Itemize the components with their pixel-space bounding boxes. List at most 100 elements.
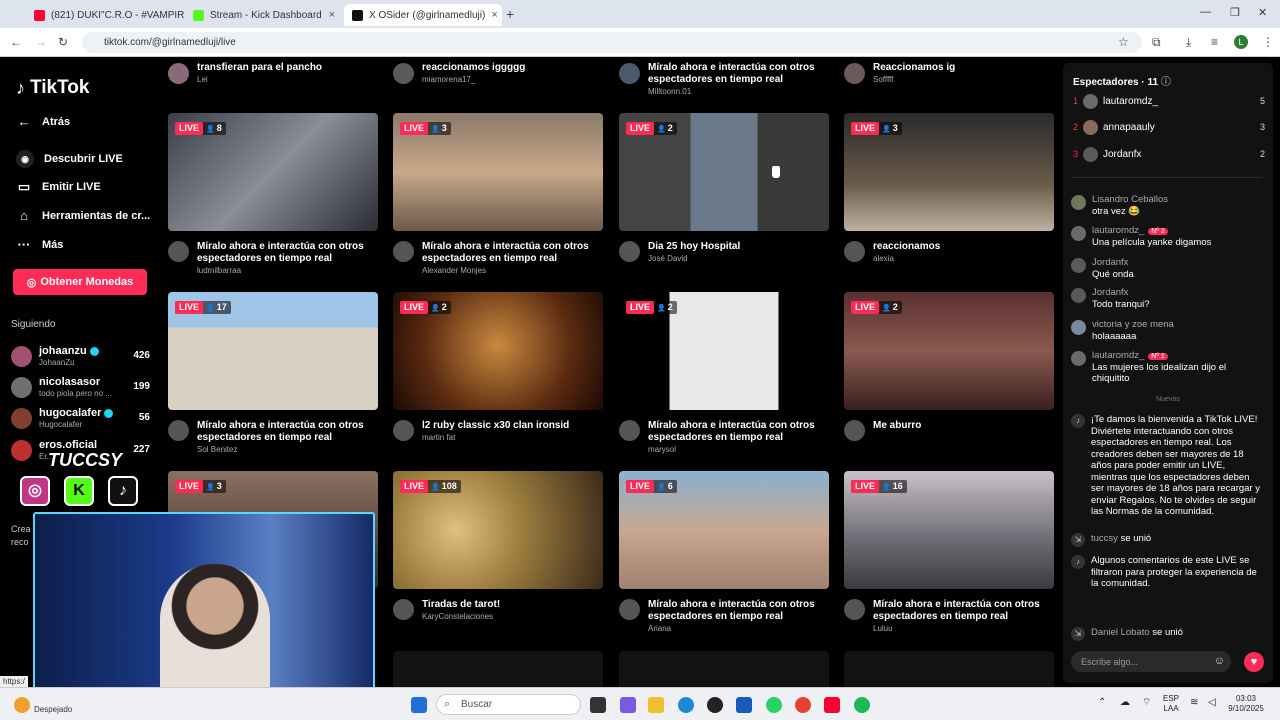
avatar[interactable] [619,599,640,620]
avatar[interactable] [393,420,414,441]
avatar [168,63,189,84]
reload-icon[interactable]: ↻ [58,35,68,49]
following-item[interactable]: nicolasasor todo piola pero no ... 199 [11,374,156,402]
sidebar-item-more[interactable]: ··· Más [16,237,64,252]
live-thumbnail[interactable]: LIVE 👤 3 [844,113,1054,231]
join-user[interactable]: Daniel Lobato [1091,627,1150,638]
chat-user[interactable]: Lisandro Ceballos [1092,194,1168,205]
obs-icon[interactable] [707,697,723,713]
avatar[interactable] [844,599,865,620]
copilot-icon[interactable] [620,697,636,713]
avatar[interactable] [844,420,865,441]
sidebar-item-creator-tools[interactable]: ⌂ Herramientas de cr... [16,208,150,223]
live-card[interactable]: LIVE 👤 3 Míralo ahora e interactúa con otr… [393,113,603,283]
youtube-icon[interactable] [824,697,840,713]
sidebar-item-go-live[interactable]: ▭ Emitir LIVE [16,179,101,195]
edge-icon[interactable] [678,697,694,713]
live-card[interactable]: LIVE 👤 108 Tiradas de tarot! KaryConstelaci… [393,471,603,641]
wifi-icon[interactable]: ≋ [1190,698,1198,708]
new-tab-button[interactable]: + [506,6,514,22]
viewer-row[interactable]: 1 lautaromdz_ 5 [1073,93,1265,111]
windows-start-icon[interactable] [411,697,427,713]
live-card[interactable]: LIVE 👤 2 Míralo ahora e interactúa con otr… [619,292,829,462]
live-thumbnail[interactable]: LIVE 👤 17 [168,292,378,410]
live-card[interactable]: LIVE 👤 17 Míralo ahora e interactúa con ot… [168,292,378,462]
bookmark-star-icon[interactable]: ☆ [1118,35,1129,49]
live-card[interactable]: LIVE 👤 3 reaccionamos alexia [844,113,1054,283]
viewer-row[interactable]: 2 annapaauly 3 [1073,119,1265,137]
weather-icon[interactable] [14,697,30,713]
minimize-icon[interactable]: — [1200,6,1211,18]
browser-tab-tiktok[interactable]: X OSider (@girlnamedluji) × [344,4,502,26]
get-coins-button[interactable]: ◎ Obtener Monedas [13,269,147,295]
partial-text: Crea reco [11,524,31,547]
profile-avatar[interactable]: L [1234,35,1248,49]
live-thumbnail[interactable]: LIVE 👤 2 [619,292,829,410]
live-thumbnail[interactable]: LIVE 👤 8 [168,113,378,231]
back-button[interactable]: ← Atrás [16,114,71,129]
spotify-icon[interactable] [854,697,870,713]
download-icon[interactable]: ⤓ [1186,35,1191,50]
browser-tab-youtube[interactable]: (821) DUKI"C.R.O - #VAMPIRO × [26,4,184,26]
tray-chevron-icon[interactable]: ⌃ [1098,698,1106,708]
restore-icon[interactable]: ❐ [1230,6,1240,19]
file-explorer-icon[interactable] [648,697,664,713]
live-thumbnail[interactable]: LIVE 👤 16 [844,471,1054,589]
browser-menu-icon[interactable]: ⋮ [1262,35,1274,49]
browser-tab-kick[interactable]: Stream - Kick Dashboard × [185,4,343,26]
back-arrow-icon[interactable]: ← [10,35,22,49]
avatar[interactable] [393,241,414,262]
live-thumbnail[interactable]: LIVE 👤 6 [619,471,829,589]
live-card[interactable]: LIVE 👤 16 Míralo ahora e interactúa con ot… [844,471,1054,641]
following-item[interactable]: johaanzu JohaanZu 426 [11,343,156,371]
language-indicator[interactable]: ESP LAA [1163,694,1179,714]
live-thumbnail[interactable]: LIVE 👤 2 [393,292,603,410]
chat-user[interactable]: Jordanfx [1092,257,1128,268]
volume-icon[interactable]: ◁ [1208,698,1216,708]
emoji-icon[interactable]: ☺ [1214,655,1225,667]
close-tab-icon[interactable]: × [491,9,497,21]
chat-user[interactable]: Jordanfx [1092,287,1128,298]
live-card[interactable]: LIVE 👤 8 Míralo ahora e interactúa con otr… [168,113,378,283]
card-title: Míralo ahora e interactúa con otros espe… [422,241,589,264]
avatar[interactable] [844,241,865,262]
tiktok-logo[interactable]: ♪ TikTok [16,77,89,99]
avatar[interactable] [168,241,189,262]
whatsapp-icon[interactable] [766,697,782,713]
chat-user[interactable]: lautaromdz_ Nº 1 [1092,350,1168,361]
avatar[interactable] [168,420,189,441]
url-field[interactable]: tiktok.com/@girlnamedluji/live [82,32,1142,53]
avatar[interactable] [619,241,640,262]
cloud-icon[interactable]: ☁ [1120,698,1130,708]
following-item[interactable]: hugocalafer Hugocalafer 56 [11,405,156,433]
live-card[interactable]: LIVE 👤 2 l2 ruby classic x30 clan ironsid m… [393,292,603,462]
join-user[interactable]: tuccsy [1091,533,1118,544]
chrome-icon[interactable] [795,697,811,713]
store-icon[interactable] [736,697,752,713]
clock[interactable]: 03:03 9/10/2025 [1224,694,1268,714]
forward-arrow-icon[interactable]: → [35,35,47,49]
chat-user[interactable]: lautaromdz_ Nº 2 [1092,225,1168,236]
task-view-icon[interactable] [590,697,606,713]
live-card[interactable]: LIVE 👤 2 Dia 25 hoy Hospital José David [619,113,829,283]
chat-input[interactable]: Escribe algo... ☺ [1071,651,1231,672]
avatar[interactable] [393,599,414,620]
chat-user[interactable]: victoria y zoe mena [1092,319,1174,330]
live-thumbnail[interactable]: LIVE 👤 108 [393,471,603,589]
live-card[interactable]: LIVE 👤 2 Me aburro [844,292,1054,462]
live-thumbnail[interactable]: LIVE 👤 2 [844,292,1054,410]
close-window-icon[interactable]: ✕ [1258,6,1267,19]
close-tab-icon[interactable]: × [329,9,335,21]
live-thumbnail[interactable]: LIVE 👤 2 [619,113,829,231]
info-icon: ⓘ [1160,77,1171,88]
taskbar-search[interactable]: ⌕ Buscar [436,694,581,715]
live-card[interactable]: LIVE 👤 6 Míralo ahora e interactúa con otr… [619,471,829,641]
avatar[interactable] [619,420,640,441]
live-thumbnail[interactable]: LIVE 👤 3 [393,113,603,231]
network-icon[interactable]: ⌔ [1142,698,1151,708]
viewer-row[interactable]: 3 Jordanfx 2 [1073,146,1265,164]
reading-list-icon[interactable]: ≡ [1211,35,1218,49]
sidebar-item-discover[interactable]: ◉ Descubrir LIVE [16,150,123,168]
extensions-icon[interactable]: ⧉ [1152,35,1161,50]
gift-heart-button[interactable]: ♥ [1244,652,1264,672]
